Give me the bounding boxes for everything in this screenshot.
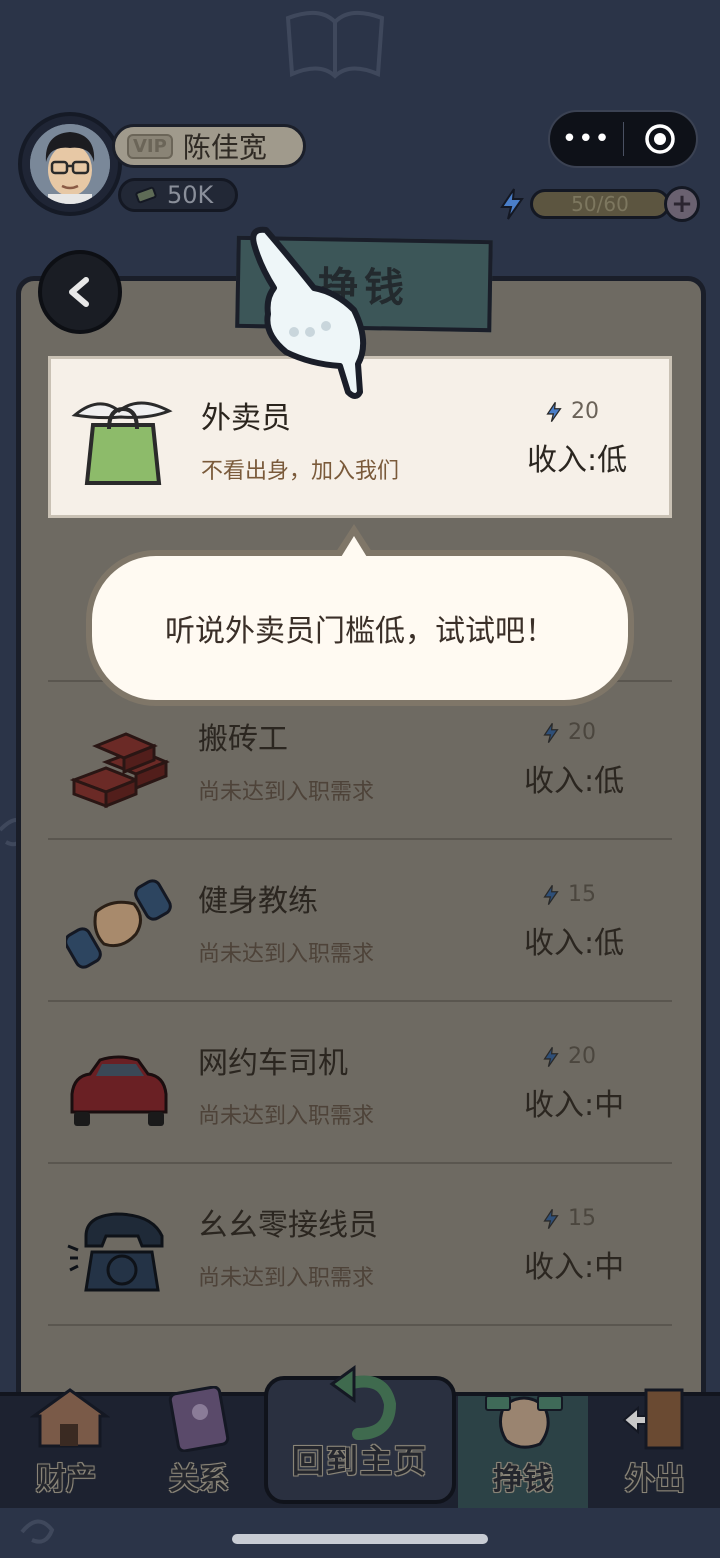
plus-icon: + — [671, 189, 693, 219]
job-cost-value: 20 — [568, 1044, 596, 1069]
door-exit-icon — [622, 1388, 684, 1450]
target-close-icon — [645, 124, 675, 154]
job-income: 收入:中 — [524, 1088, 625, 1123]
delivery-bag-icon — [71, 401, 173, 485]
nav-out[interactable]: 外出 — [590, 1388, 720, 1508]
bricks-icon — [69, 732, 170, 809]
telephone-icon — [67, 1212, 164, 1292]
vip-badge: VIP — [127, 133, 173, 159]
player-name-pill: VIP 陈佳宽 — [112, 124, 306, 168]
job-income: 收入:低 — [527, 443, 628, 478]
lightning-icon — [543, 884, 559, 905]
contact-book-icon — [168, 1386, 230, 1452]
lightning-icon — [500, 188, 524, 220]
job-energy-cost: 20 — [542, 1044, 596, 1069]
miniprogram-capsule: ••• — [548, 110, 698, 168]
home-button[interactable]: 回到主页 — [264, 1365, 456, 1504]
job-row-operator[interactable]: 幺幺零接线员 尚未达到入职需求 15 收入:中 — [48, 1166, 672, 1326]
job-energy-cost: 15 — [542, 1206, 596, 1231]
house-icon — [30, 1388, 110, 1448]
job-name: 网约车司机 — [198, 1046, 348, 1081]
avatar[interactable] — [18, 112, 122, 216]
lightning-icon — [546, 401, 562, 422]
job-description: 尚未达到入职需求 — [198, 780, 375, 805]
cash-icon — [135, 186, 157, 204]
job-row-rideshare[interactable]: 网约车司机 尚未达到入职需求 20 收入:中 — [48, 1004, 672, 1164]
nav-assets[interactable]: 财产 — [0, 1388, 132, 1508]
close-miniprogram-button[interactable] — [624, 123, 697, 155]
job-energy-cost: 15 — [542, 882, 596, 907]
job-income: 收入:低 — [524, 926, 625, 961]
job-income: 收入:低 — [524, 764, 625, 799]
nav-assets-label: 财产 — [36, 1462, 96, 1497]
add-energy-button[interactable]: + — [664, 186, 700, 222]
swirl-doodle-icon — [20, 1519, 55, 1544]
job-cost-value: 15 — [568, 1206, 596, 1231]
lightning-icon — [543, 722, 559, 743]
home-indicator — [232, 1534, 488, 1544]
job-energy-cost: 20 — [542, 720, 596, 745]
energy-value: 50/60 — [571, 192, 629, 216]
job-income: 收入:中 — [524, 1250, 625, 1285]
back-arrow-icon — [69, 277, 89, 307]
nav-out-label: 外出 — [625, 1462, 685, 1497]
job-cost-value: 20 — [568, 720, 596, 745]
job-name: 健身教练 — [198, 884, 318, 919]
job-description: 尚未达到入职需求 — [198, 1104, 375, 1129]
back-button[interactable] — [38, 250, 122, 334]
book-doodle-icon — [285, 10, 385, 79]
job-name: 幺幺零接线员 — [198, 1208, 378, 1243]
money-display: 50K — [118, 178, 238, 212]
money-value: 50K — [167, 181, 214, 209]
player-name: 陈佳宽 — [182, 131, 267, 164]
energy-bar: 50/60 — [530, 189, 670, 219]
car-icon — [70, 1055, 168, 1126]
lightning-icon — [543, 1208, 559, 1229]
job-description: 尚未达到入职需求 — [198, 942, 375, 967]
return-arrow-icon — [329, 1365, 397, 1440]
nav-relations[interactable]: 关系 — [134, 1386, 264, 1508]
job-energy-cost: 20 — [545, 399, 599, 424]
lightning-icon — [543, 1046, 559, 1067]
job-name: 搬砖工 — [198, 722, 288, 757]
more-dots-icon: ••• — [561, 124, 611, 154]
nav-earn[interactable]: 挣钱 — [458, 1395, 588, 1508]
job-row-trainer[interactable]: 健身教练 尚未达到入职需求 15 收入:低 — [48, 842, 672, 1002]
tutorial-text: 听说外卖员门槛低，试试吧！ — [165, 614, 555, 649]
job-description: 不看出身，加入我们 — [201, 459, 400, 484]
avatar-image — [30, 124, 110, 204]
energy-meter: 50/60 + — [498, 186, 700, 222]
dumbbell-fist-icon — [66, 879, 172, 969]
job-cost-value: 20 — [571, 399, 599, 424]
tutorial-speech-bubble: 听说外卖员门槛低，试试吧！ — [86, 550, 634, 706]
pointing-hand-icon — [250, 226, 367, 399]
more-menu-button[interactable]: ••• — [550, 124, 623, 154]
nav-earn-label: 挣钱 — [493, 1462, 553, 1497]
fist-money-icon — [485, 1395, 563, 1449]
bubble-tail-fill — [338, 536, 370, 562]
job-description: 尚未达到入职需求 — [198, 1266, 375, 1291]
job-cost-value: 15 — [568, 882, 596, 907]
nav-relations-label: 关系 — [169, 1462, 229, 1497]
